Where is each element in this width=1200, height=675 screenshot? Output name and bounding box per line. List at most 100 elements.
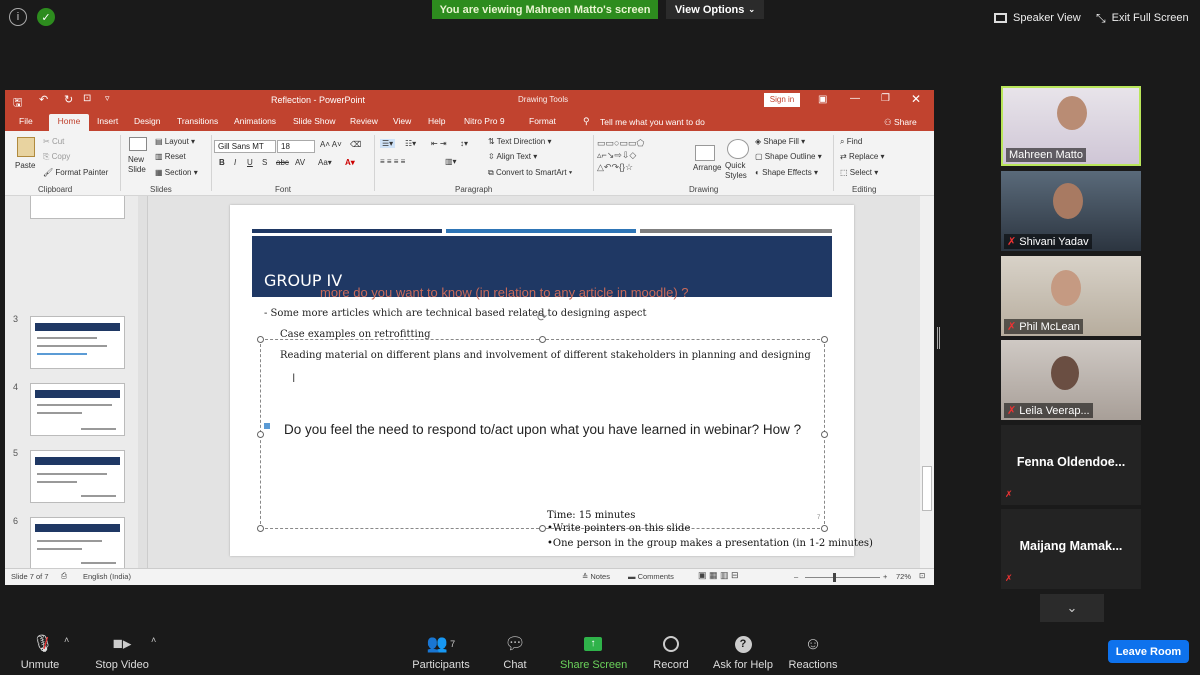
reactions-button[interactable]: ☺ Reactions: [788, 633, 838, 671]
canvas-vertical-scrollbar[interactable]: [920, 196, 934, 568]
thumbs-scrollbar[interactable]: [138, 196, 147, 568]
zoom-slider-thumb[interactable]: [833, 573, 836, 582]
tab-slide-show[interactable]: Slide Show: [289, 114, 340, 131]
slide-thumbnail[interactable]: [30, 316, 125, 369]
quick-styles-button[interactable]: Quick Styles: [725, 161, 751, 181]
replace-button[interactable]: ⇄ Replace ▾: [840, 152, 885, 161]
redo-icon[interactable]: ↻: [64, 93, 73, 106]
shape-fill-button[interactable]: ◈ Shape Fill ▾: [755, 137, 805, 146]
resize-handle[interactable]: [821, 431, 828, 438]
tab-review[interactable]: Review: [346, 114, 382, 131]
stop-video-button[interactable]: ■▸ Stop Video: [92, 633, 152, 671]
info-icon[interactable]: i: [9, 8, 27, 26]
fit-slide-icon[interactable]: ⊡: [919, 571, 925, 580]
convert-smartart-button[interactable]: ⧉ Convert to SmartArt ▾: [488, 168, 572, 178]
strikethrough-button[interactable]: abc: [276, 158, 289, 167]
arrange-icon[interactable]: [695, 145, 715, 161]
paste-button[interactable]: Paste: [15, 161, 35, 170]
ribbon-display-icon[interactable]: ▣: [818, 94, 827, 105]
new-slide-button[interactable]: New Slide: [128, 155, 152, 175]
zoom-slider[interactable]: [805, 577, 880, 578]
tab-nitro[interactable]: Nitro Pro 9: [460, 114, 509, 131]
line-spacing-button[interactable]: ↕▾: [460, 139, 468, 148]
participant-tile[interactable]: Fenna Oldendoe... ✗: [1001, 425, 1141, 505]
tab-file[interactable]: File: [15, 114, 37, 131]
align-text-button[interactable]: ⇳ Align Text ▾: [488, 152, 537, 161]
font-color-button[interactable]: A▾: [345, 158, 355, 167]
leave-room-button[interactable]: Leave Room: [1108, 640, 1189, 663]
shape-outline-button[interactable]: ▢ Shape Outline ▾: [755, 152, 822, 161]
font-size-select[interactable]: 18: [277, 140, 315, 153]
shape-effects-button[interactable]: ◐ Shape Effects ▾: [755, 168, 818, 177]
record-button[interactable]: Record: [653, 633, 689, 671]
copy-button[interactable]: ⎘ Copy: [43, 152, 70, 162]
participants-button[interactable]: 👥 7 Participants: [410, 633, 472, 671]
shadow-button[interactable]: S: [262, 158, 267, 167]
close-icon[interactable]: ✕: [911, 92, 921, 106]
spellcheck-icon[interactable]: ⎙: [61, 571, 67, 581]
participant-tile[interactable]: ✗ Phil McLean: [1001, 256, 1141, 336]
quick-styles-icon[interactable]: [727, 139, 749, 159]
notes-button[interactable]: ≙ Notes: [582, 572, 610, 581]
undo-icon[interactable]: ↶: [39, 93, 48, 106]
speaker-view-button[interactable]: Speaker View: [994, 8, 1081, 28]
italic-button[interactable]: I: [234, 158, 236, 167]
numbering-button[interactable]: ☷▾: [405, 139, 416, 148]
minimize-icon[interactable]: —: [850, 93, 860, 104]
slide-thumbnail[interactable]: [30, 196, 125, 219]
comments-button[interactable]: ▬ Comments: [628, 572, 674, 581]
columns-button[interactable]: ▥▾: [445, 157, 457, 166]
clear-format-icon[interactable]: ⌫: [350, 140, 361, 149]
bullets-button[interactable]: ☰▾: [380, 139, 396, 148]
font-name-select[interactable]: Gill Sans MT: [214, 140, 276, 153]
grow-font-icon[interactable]: A˄ A˅: [320, 140, 342, 149]
format-painter-button[interactable]: 🖌 Format Painter: [43, 168, 108, 177]
chat-button[interactable]: 💬︎ Chat: [497, 633, 533, 671]
tab-view[interactable]: View: [389, 114, 415, 131]
share-screen-button[interactable]: ↑ Share Screen: [560, 633, 627, 671]
resize-handle[interactable]: [821, 336, 828, 343]
new-slide-icon[interactable]: [129, 137, 147, 151]
zoom-in-icon[interactable]: +: [883, 572, 887, 581]
tab-design[interactable]: Design: [130, 114, 164, 131]
slide[interactable]: GROUP IV more do you want to know (in re…: [230, 205, 873, 556]
view-mode-buttons[interactable]: ▣ ▦ ▥ ⊟: [698, 570, 739, 581]
change-case-button[interactable]: Aa▾: [318, 158, 332, 167]
resize-handle[interactable]: [539, 525, 546, 532]
tab-help[interactable]: Help: [424, 114, 449, 131]
video-options-chevron-icon[interactable]: ˄: [151, 635, 156, 645]
reset-button[interactable]: ▥ Reset: [155, 152, 186, 161]
align-buttons[interactable]: ≡ ≡ ≡ ≡: [380, 157, 405, 166]
language-label[interactable]: English (India): [83, 572, 131, 581]
pointer-line-2[interactable]: •One person in the group makes a present…: [547, 538, 873, 549]
exit-full-screen-button[interactable]: ⤡ Exit Full Screen: [1096, 8, 1189, 28]
cut-button[interactable]: ✂ Cut: [43, 137, 64, 146]
question-text[interactable]: Do you feel the need to respond to/act u…: [264, 420, 814, 439]
indent-buttons[interactable]: ⇤ ⇥: [431, 139, 447, 148]
pointer-line-1[interactable]: •Write pointers on this slide: [547, 523, 690, 534]
tab-format[interactable]: Format: [525, 114, 560, 131]
tell-me-input[interactable]: Tell me what you want to do: [600, 117, 705, 127]
text-direction-button[interactable]: ⇅ Text Direction ▾: [488, 137, 552, 146]
slide-thumbnail[interactable]: [30, 517, 125, 568]
maximize-icon[interactable]: ❐: [881, 93, 890, 104]
share-button[interactable]: ⚇ Share: [884, 117, 917, 128]
select-button[interactable]: ⬚ Select ▾: [840, 168, 878, 177]
arrange-button[interactable]: Arrange: [693, 163, 721, 172]
zoom-out-icon[interactable]: –: [794, 572, 798, 581]
underline-button[interactable]: U: [247, 158, 253, 167]
bold-button[interactable]: B: [219, 158, 225, 167]
content-line-1[interactable]: - Some more articles which are technical…: [264, 308, 647, 319]
present-icon[interactable]: ⊡: [83, 93, 91, 104]
participant-tile[interactable]: ✗ Shivani Yadav: [1001, 171, 1141, 251]
slide-thumbnail[interactable]: [30, 450, 125, 503]
resize-handle[interactable]: [257, 525, 264, 532]
scroll-thumb[interactable]: [922, 466, 932, 511]
audio-options-chevron-icon[interactable]: ˄: [64, 635, 69, 645]
paste-icon[interactable]: [17, 137, 35, 157]
resize-handle[interactable]: [539, 336, 546, 343]
ask-for-help-button[interactable]: ? Ask for Help: [712, 633, 774, 671]
participant-tile-active[interactable]: Mahreen Matto: [1001, 86, 1141, 166]
shapes-gallery[interactable]: ▭▭○▭▭⬠ ▵⌐↘⇨⇩◇ △↶↷{}☆: [597, 137, 689, 173]
rotate-handle-icon[interactable]: ⟳: [537, 310, 547, 324]
